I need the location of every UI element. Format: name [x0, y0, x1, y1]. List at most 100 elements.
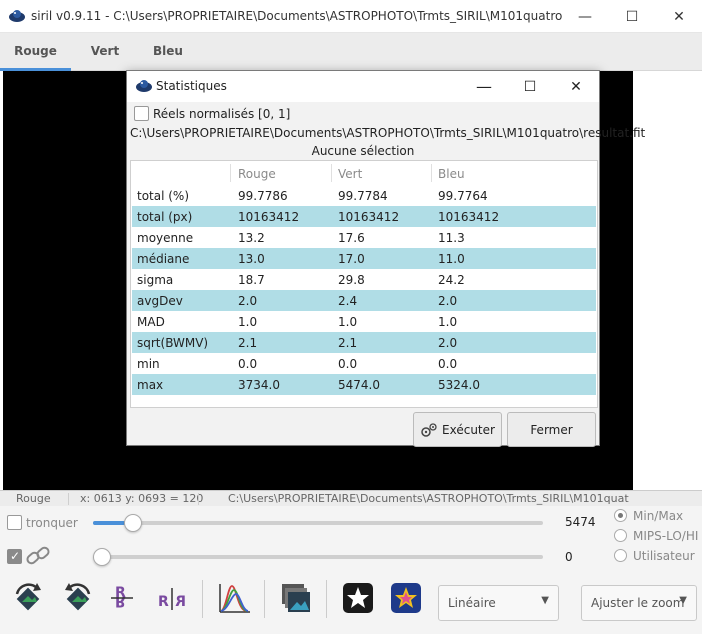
close-button[interactable]: ✕	[656, 0, 702, 33]
channel-tabs: Rouge Vert Bleu	[0, 33, 702, 71]
sequence-frames-button[interactable]	[276, 578, 316, 618]
tab-bleu[interactable]: Bleu	[139, 33, 197, 71]
close-dialog-label: Fermer	[530, 422, 573, 437]
histogram-icon	[219, 584, 250, 613]
zoom-select[interactable]: Ajuster le zoom ▼	[581, 585, 697, 621]
dialog-body: Réels normalisés [0, 1] C:\Users\PROPRIE…	[127, 102, 645, 447]
row-label: min	[137, 357, 160, 371]
row-label: total (%)	[137, 189, 190, 203]
svg-text:R: R	[115, 593, 126, 609]
row-value: 10163412	[438, 210, 500, 224]
table-row: avgDev 2.0 2.4 2.0	[132, 290, 596, 311]
window-titlebar: siril v0.9.11 - C:\Users\PROPRIETAIRE\Do…	[0, 0, 702, 33]
row-value: 2.4	[338, 294, 358, 308]
minimize-button[interactable]: —	[562, 0, 608, 33]
scale-select[interactable]: Linéaire ▼	[438, 585, 559, 621]
statistics-dialog: Statistiques — ☐ ✕ Réels normalisés [0, …	[126, 70, 645, 447]
window-title: siril v0.9.11 - C:\Users\PROPRIETAIRE\Do…	[31, 9, 563, 23]
dialog-title: Statistiques	[156, 79, 227, 93]
table-row: médiane 13.0 17.0 11.0	[132, 248, 596, 269]
table-row: sigma 18.7 29.8 24.2	[132, 269, 596, 290]
tab-rouge[interactable]: Rouge	[0, 33, 71, 71]
radio-mips-label: MIPS-LO/HI	[633, 529, 699, 543]
siril-app-icon	[136, 80, 152, 92]
header-rouge[interactable]: Rouge	[238, 167, 276, 181]
lower-value: 0	[565, 550, 573, 564]
rotate-left-icon	[15, 583, 41, 611]
mirror-y-button[interactable]: R R	[152, 578, 192, 618]
upper-slider-track[interactable]	[93, 521, 543, 525]
mirror-x-button[interactable]: R R	[103, 578, 143, 618]
color-star-button[interactable]	[386, 578, 426, 618]
radio-minmax-label: Min/Max	[633, 509, 684, 523]
row-value: 5474.0	[338, 378, 380, 392]
radio-mips[interactable]	[614, 529, 627, 542]
chevron-down-icon: ▼	[541, 595, 549, 606]
rotate-right-button[interactable]	[57, 578, 97, 618]
table-row: moyenne 13.2 17.6 11.3	[132, 227, 596, 248]
table-row: max 3734.0 5474.0 5324.0	[132, 374, 596, 395]
row-label: avgDev	[137, 294, 183, 308]
row-value: 5324.0	[438, 378, 480, 392]
clip-label: tronquer	[26, 516, 78, 530]
upper-slider-knob[interactable]	[123, 514, 142, 532]
row-label: max	[137, 378, 164, 392]
radio-user[interactable]	[614, 549, 627, 562]
header-vert[interactable]: Vert	[338, 167, 362, 181]
row-value: 99.7784	[338, 189, 388, 203]
row-value: 99.7786	[238, 189, 288, 203]
tab-vert[interactable]: Vert	[71, 33, 139, 71]
status-coords: x: 0613 y: 0693 = 120	[80, 492, 204, 505]
rotate-right-icon	[65, 583, 91, 611]
lower-slider-knob[interactable]	[93, 548, 111, 566]
zoom-select-value: Ajuster le zoom	[591, 596, 685, 610]
status-path: C:\Users\PROPRIETAIRE\Documents\ASTROPHO…	[228, 492, 629, 505]
svg-text:R: R	[158, 594, 169, 610]
row-label: sigma	[137, 273, 174, 287]
star-icon	[343, 583, 373, 613]
rotate-left-button[interactable]	[9, 578, 49, 618]
row-value: 0.0	[438, 357, 458, 371]
row-label: MAD	[137, 315, 165, 329]
photometry-button[interactable]	[338, 578, 378, 618]
header-bleu[interactable]: Bleu	[438, 167, 465, 181]
row-label: moyenne	[137, 231, 194, 245]
mirror-x-icon: R R	[111, 585, 133, 609]
table-row: total (%) 99.7786 99.7784 99.7764	[132, 185, 596, 206]
statistics-table: Rouge Vert Bleu total (%) 99.7786 99.7784 9…	[130, 160, 598, 408]
dialog-close-button[interactable]: ✕	[553, 71, 599, 102]
clip-checkbox[interactable]	[7, 515, 22, 530]
dialog-minimize-button[interactable]: —	[461, 71, 507, 102]
upper-slider-fill	[93, 521, 125, 525]
selection-status: Aucune sélection	[311, 144, 415, 158]
row-value: 2.0	[238, 294, 258, 308]
execute-button[interactable]: Exécuter	[413, 412, 502, 447]
row-value: 1.0	[438, 315, 458, 329]
row-value: 17.6	[338, 231, 365, 245]
upper-value: 5474	[565, 515, 596, 529]
row-value: 24.2	[438, 273, 465, 287]
dialog-titlebar: Statistiques — ☐ ✕	[127, 71, 599, 102]
normalized-checkbox[interactable]	[134, 106, 149, 121]
table-row: MAD 1.0 1.0 1.0	[132, 311, 596, 332]
radio-minmax[interactable]	[614, 509, 627, 522]
lower-slider-track[interactable]	[93, 555, 543, 559]
table-row: min 0.0 0.0 0.0	[132, 353, 596, 374]
row-value: 1.0	[338, 315, 358, 329]
row-value: 11.0	[438, 252, 465, 266]
execute-label: Exécuter	[442, 422, 495, 437]
row-value: 2.0	[438, 336, 458, 350]
status-bar: Rouge x: 0613 y: 0693 = 120 C:\Users\PRO…	[0, 490, 702, 506]
file-path: C:\Users\PROPRIETAIRE\Documents\ASTROPHO…	[130, 126, 646, 140]
row-value: 10163412	[238, 210, 300, 224]
row-value: 11.3	[438, 231, 465, 245]
histogram-button[interactable]	[214, 578, 254, 618]
link-checkbox[interactable]	[7, 549, 22, 564]
row-value: 13.0	[238, 252, 265, 266]
radio-user-label: Utilisateur	[633, 549, 695, 563]
dialog-maximize-button[interactable]: ☐	[507, 71, 553, 102]
maximize-button[interactable]: ☐	[609, 0, 655, 33]
close-dialog-button[interactable]: Fermer	[507, 412, 596, 447]
status-channel: Rouge	[16, 492, 51, 505]
gears-icon	[421, 422, 437, 437]
